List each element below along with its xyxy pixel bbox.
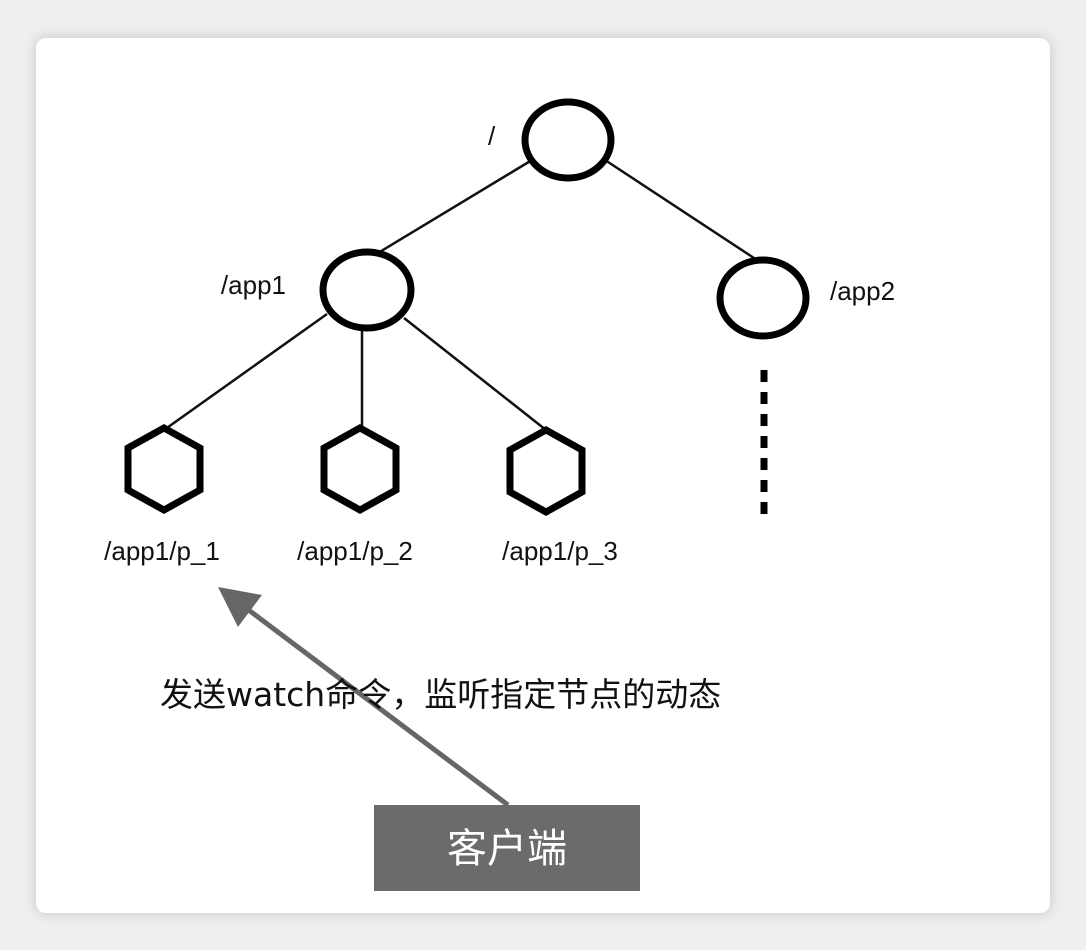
watch-annotation: 发送watch命令，监听指定节点的动态 — [160, 675, 721, 714]
zookeeper-watch-diagram: / /app1 /app2 /app1/p_1 /app1/p_2 /app1/… — [104, 98, 895, 891]
p1-node — [124, 423, 204, 515]
p3-label: /app1/p_3 — [502, 536, 618, 566]
edge-app1-p3 — [403, 317, 547, 431]
root-node — [521, 98, 615, 182]
app2-label: /app2 — [830, 276, 895, 306]
client-label: 客户端 — [447, 826, 567, 872]
edge-root-app2 — [604, 158, 761, 264]
p3-node — [506, 425, 586, 517]
edge-root-app1 — [372, 158, 533, 258]
root-label: / — [488, 121, 496, 151]
app2-node — [716, 256, 810, 340]
app1-node — [319, 248, 415, 332]
p2-node — [320, 423, 400, 515]
p1-label: /app1/p_1 — [104, 536, 220, 566]
edge-app1-p1 — [163, 312, 328, 432]
p2-label: /app1/p_2 — [297, 536, 413, 566]
app1-label: /app1 — [221, 270, 286, 300]
